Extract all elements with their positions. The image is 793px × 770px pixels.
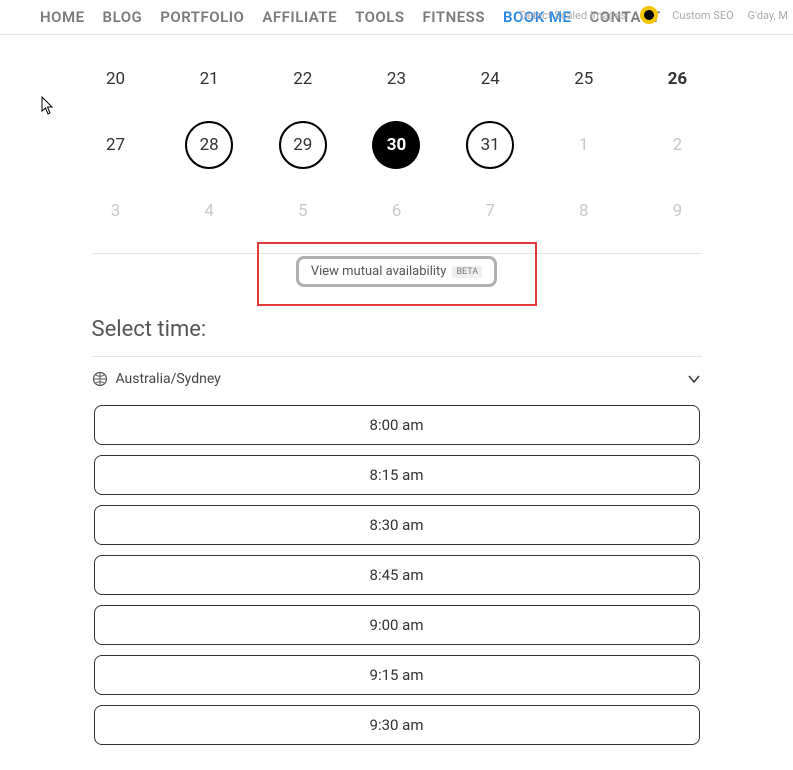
calendar-day[interactable]: 29 [279,121,327,169]
calendar-day: 9 [653,187,701,235]
time-slot[interactable]: 8:30 am [94,505,700,545]
timezone-selector[interactable]: Australia/Sydney [92,371,702,387]
nav-home[interactable]: HOME [40,8,85,26]
highlight-box [257,242,537,306]
calendar-day[interactable]: 22 [279,55,327,103]
top-nav: HOME BLOG PORTFOLIO AFFILIATE TOOLS FITN… [0,0,793,35]
calendar-day[interactable]: 27 [92,121,140,169]
nav-right: Detect Scaled Images Custom SEO G'day, M [520,6,788,24]
divider [92,356,702,357]
calendar-day[interactable]: 23 [372,55,420,103]
nav-tools[interactable]: TOOLS [355,8,404,26]
nav-detect-scaled[interactable]: Detect Scaled Images [520,9,627,22]
calendar-day: 2 [653,121,701,169]
nav-blog[interactable]: BLOG [103,8,143,26]
select-time-heading: Select time: [92,317,702,342]
globe-icon [92,371,108,387]
nav-greeting: G'day, M [748,9,788,22]
calendar-day: 7 [466,187,514,235]
time-slot[interactable]: 9:00 am [94,605,700,645]
nav-affiliate[interactable]: AFFILIATE [262,8,337,26]
calendar-day: 8 [560,187,608,235]
time-slot[interactable]: 9:15 am [94,655,700,695]
avatar-icon[interactable] [640,6,658,24]
calendar-day: 1 [560,121,608,169]
calendar-day[interactable]: 24 [466,55,514,103]
calendar-day[interactable]: 28 [185,121,233,169]
chevron-down-icon [686,371,702,387]
calendar-day: 3 [92,187,140,235]
time-slot[interactable]: 8:00 am [94,405,700,445]
timezone-label: Australia/Sydney [116,371,221,387]
calendar-day[interactable]: 30 [372,121,420,169]
nav-fitness[interactable]: FITNESS [423,8,485,26]
calendar-day[interactable]: 25 [560,55,608,103]
time-slot[interactable]: 9:30 am [94,705,700,745]
time-slot[interactable]: 8:15 am [94,455,700,495]
mutual-availability-section: View mutual availability BETA [92,256,702,287]
nav-custom-seo[interactable]: Custom SEO [672,9,733,22]
calendar-day[interactable]: 26 [653,55,701,103]
calendar: 202122232425262728293031123456789 [92,55,702,235]
time-slots: 8:00 am 8:15 am 8:30 am 8:45 am 9:00 am 9:15 … [92,405,702,745]
time-slot[interactable]: 8:45 am [94,555,700,595]
calendar-day[interactable]: 20 [92,55,140,103]
calendar-day: 6 [372,187,420,235]
calendar-day[interactable]: 21 [185,55,233,103]
nav-portfolio[interactable]: PORTFOLIO [160,8,244,26]
calendar-day: 4 [185,187,233,235]
calendar-day: 5 [279,187,327,235]
calendar-day[interactable]: 31 [466,121,514,169]
